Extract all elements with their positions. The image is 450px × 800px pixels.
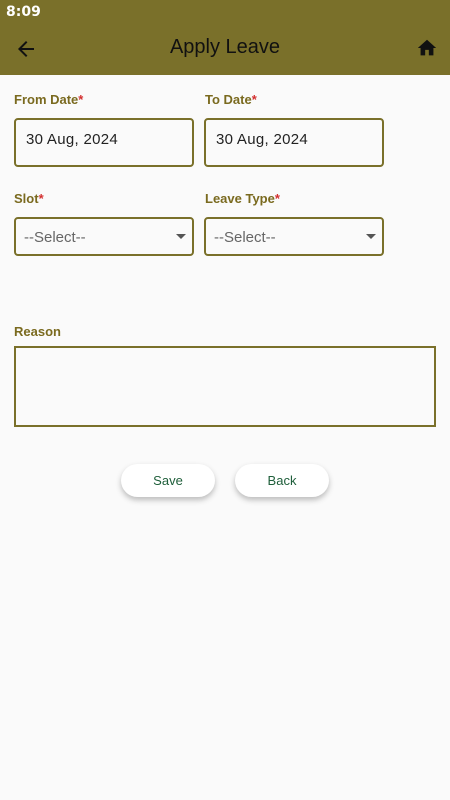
from-date-field[interactable]: 30 Aug, 2024 (14, 118, 194, 167)
dropdown-arrow-icon (176, 234, 186, 239)
slot-select[interactable]: --Select-- (14, 217, 194, 256)
reason-textarea[interactable] (14, 346, 436, 427)
required-mark: * (38, 191, 44, 206)
status-bar: 8:09 (0, 0, 450, 24)
from-date-label: From Date* (14, 92, 84, 107)
required-mark: * (274, 191, 280, 206)
leave-type-label: Leave Type* (205, 191, 280, 206)
dropdown-arrow-icon (366, 234, 376, 239)
page-title: Apply Leave (169, 36, 281, 58)
status-time: 8:09 (6, 4, 41, 20)
to-date-field[interactable]: 30 Aug, 2024 (204, 118, 384, 167)
slot-select-value: --Select-- (24, 229, 86, 246)
to-date-value: 30 Aug, 2024 (216, 131, 309, 148)
slot-label: Slot* (14, 191, 44, 206)
required-mark: * (251, 92, 257, 107)
reason-label: Reason (14, 324, 61, 339)
save-button[interactable]: Save (121, 464, 215, 497)
from-date-value: 30 Aug, 2024 (26, 131, 119, 148)
required-mark: * (78, 92, 84, 107)
leave-type-select-value: --Select-- (214, 229, 276, 246)
to-date-label: To Date* (205, 92, 257, 107)
app-bar: Apply Leave (0, 24, 450, 75)
home-icon[interactable] (416, 37, 438, 59)
back-button[interactable]: Back (235, 464, 329, 497)
leave-type-select[interactable]: --Select-- (204, 217, 384, 256)
